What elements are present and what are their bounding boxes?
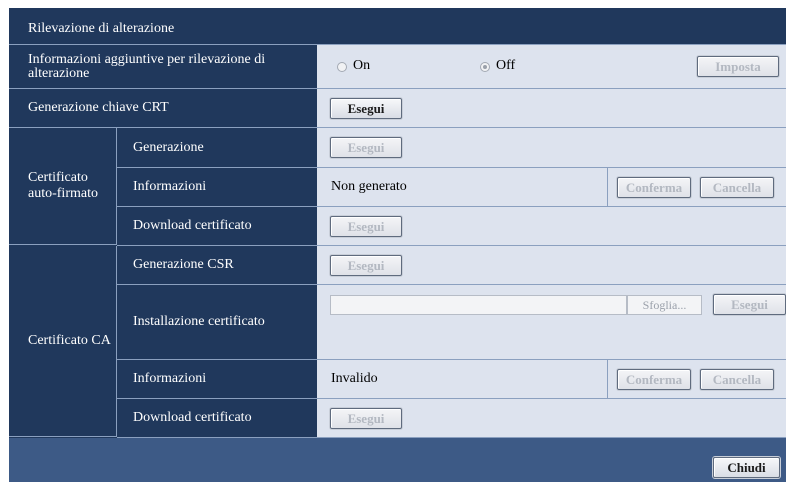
ca-install-value-cell: Sfoglia... Esegui	[317, 285, 786, 359]
crt-key-label: Generazione chiave CRT	[28, 100, 169, 115]
row-ca-install: Installazione certificato Sfoglia... Ese…	[117, 285, 786, 360]
self-signed-generation-value-cell: Esegui	[317, 128, 786, 167]
panel-title: Rilevazione di alterazione	[28, 21, 175, 36]
radio-off[interactable]	[480, 62, 490, 72]
ca-csr-execute-button[interactable]: Esegui	[330, 255, 402, 276]
footer-bar: Chiudi	[9, 438, 786, 482]
radio-on[interactable]	[337, 62, 347, 72]
self-signed-delete-button[interactable]: Cancella	[700, 177, 774, 198]
self-signed-group-label: Certificato auto-firmato	[9, 128, 117, 245]
browse-button[interactable]: Sfoglia...	[627, 295, 702, 315]
ca-install-execute-button[interactable]: Esegui	[713, 294, 786, 315]
close-button[interactable]: Chiudi	[713, 457, 780, 478]
certificate-file-input[interactable]	[330, 295, 627, 315]
self-signed-info-status: Non generato	[331, 179, 407, 194]
ca-delete-button[interactable]: Cancella	[700, 369, 774, 390]
crt-key-value-cell: Esegui	[317, 89, 786, 127]
ca-info-status: Invalido	[331, 371, 378, 386]
ca-install-label: Installazione certificato	[133, 314, 265, 329]
self-signed-generation-execute-button[interactable]: Esegui	[330, 137, 402, 158]
self-signed-generation-label: Generazione	[133, 139, 204, 155]
row-self-signed-generation: Generazione Esegui	[117, 128, 786, 168]
ca-group-label: Certificato CA	[9, 246, 117, 437]
row-self-signed-info: Informazioni Non generato Conferma Cance…	[117, 168, 786, 207]
tamper-info-label: Informazioni aggiuntive per rilevazione …	[28, 51, 266, 81]
tamper-info-value-cell: On Off Imposta	[317, 45, 786, 88]
ca-csr-value-cell: Esegui	[317, 246, 786, 284]
self-signed-download-execute-button[interactable]: Esegui	[330, 216, 402, 237]
self-signed-info-value-cell: Non generato Conferma Cancella	[317, 168, 786, 206]
ca-info-label: Informazioni	[133, 371, 207, 386]
row-tamper-info: Informazioni aggiuntive per rilevazione …	[9, 45, 786, 89]
tamper-detection-panel: Rilevazione di alterazione Informazioni …	[9, 8, 786, 482]
self-signed-confirm-button[interactable]: Conferma	[617, 177, 691, 198]
ca-download-label: Download certificato	[133, 410, 252, 425]
self-signed-info-divider	[607, 168, 608, 206]
self-signed-download-value-cell: Esegui	[317, 207, 786, 245]
ca-confirm-button[interactable]: Conferma	[617, 369, 691, 390]
panel-title-bar: Rilevazione di alterazione	[9, 8, 786, 45]
self-signed-info-label: Informazioni	[133, 179, 207, 194]
crt-key-execute-button[interactable]: Esegui	[330, 98, 402, 119]
set-button[interactable]: Imposta	[697, 56, 779, 77]
ca-csr-label: Generazione CSR	[133, 257, 234, 272]
row-self-signed-download: Download certificato Esegui	[117, 207, 786, 246]
ca-download-value-cell: Esegui	[317, 399, 786, 437]
row-crt-key: Generazione chiave CRT Esegui	[9, 89, 786, 128]
ca-info-divider	[607, 360, 608, 398]
ca-info-value-cell: Invalido Conferma Cancella	[317, 360, 786, 398]
row-ca-csr: Generazione CSR Esegui	[117, 246, 786, 285]
ca-download-execute-button[interactable]: Esegui	[330, 408, 402, 429]
radio-off-label: Off	[496, 58, 516, 73]
radio-on-label: On	[353, 58, 371, 73]
row-ca-download: Download certificato Esegui	[117, 399, 786, 438]
self-signed-download-label: Download certificato	[133, 218, 252, 233]
row-ca-info: Informazioni Invalido Conferma Cancella	[117, 360, 786, 399]
